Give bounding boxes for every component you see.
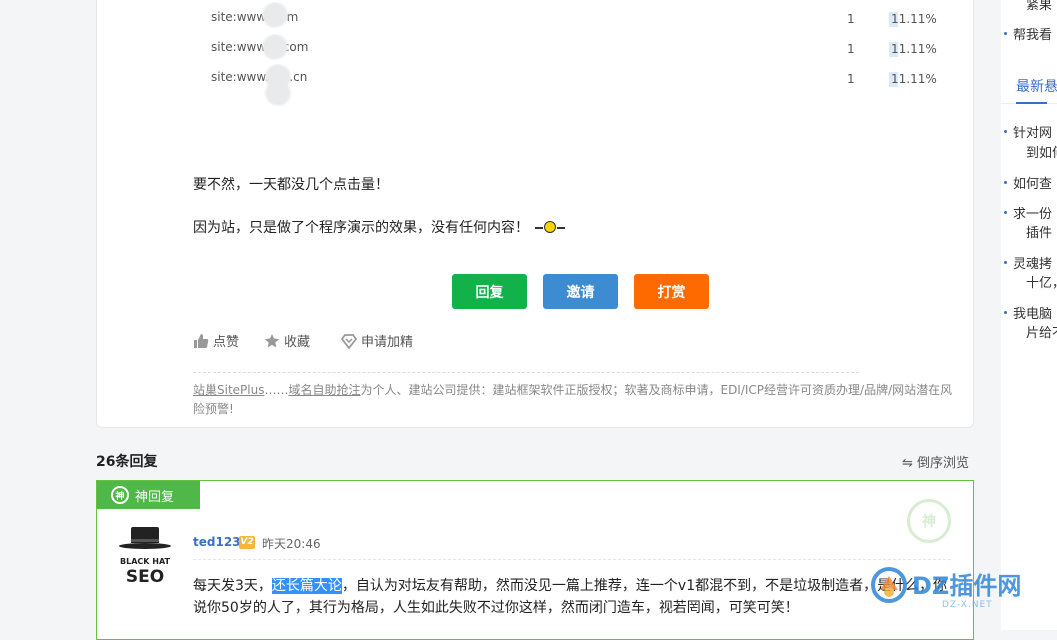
right-sidebar: 紧果 帮我看 最新悬 针对网 到如何 如何查 求一份 插件 灵魂拷 十亿， 我电…: [1001, 0, 1057, 630]
stat-row: site:www. s.com 1 11.11%: [211, 40, 937, 60]
sidebar-item-cont[interactable]: 到如何: [1026, 142, 1057, 161]
stat-percent: 11.11%: [887, 12, 937, 27]
replies-count-title: 26条回复: [96, 454, 158, 470]
redaction-blur: [260, 34, 290, 60]
sidebar-item-cont[interactable]: 片给不: [1026, 322, 1057, 341]
invite-button[interactable]: 邀请: [543, 274, 618, 309]
stat-row: site:www.t rk.cn 1 11.11%: [211, 70, 937, 90]
watermark-domain: DZ-X.NET: [942, 600, 993, 610]
apply-featured-button[interactable]: 申请加精: [341, 331, 413, 350]
reply-card: 神 神回复 神 BLACK HAT SEO ted123 V2 昨天20:46 …: [96, 480, 974, 640]
post-footnote: 站巢SitePlus……域名自助抢注为个人、建站公司提供：建站框架软件正版授权；…: [193, 383, 953, 416]
favorite-label: 收藏: [284, 335, 311, 350]
avatar[interactable]: BLACK HAT SEO: [117, 527, 173, 591]
reverse-order-button[interactable]: ⇋ 倒序浏览: [902, 452, 969, 471]
sidebar-section-title[interactable]: 最新悬: [1016, 76, 1057, 96]
god-reply-label: 神回复: [135, 489, 175, 505]
domain-register-link[interactable]: 域名自助抢注: [288, 383, 360, 397]
god-reply-icon: 神: [111, 486, 129, 504]
reply-button[interactable]: 回复: [452, 274, 527, 309]
god-reply-badge: 神 神回复: [97, 481, 200, 509]
redaction-blur: [260, 2, 290, 28]
user-level-badge: V2: [239, 536, 255, 549]
diamond-icon: [341, 333, 357, 349]
smiley-emoji-icon: [535, 221, 565, 235]
stat-row: site:www. com 1 11.11%: [211, 10, 937, 30]
reverse-order-label: 倒序浏览: [917, 456, 970, 471]
siteplus-link[interactable]: 站巢SitePlus: [193, 383, 264, 397]
selected-text: 还长篇大论: [271, 578, 342, 594]
sidebar-item[interactable]: 针对网: [1003, 122, 1052, 141]
sidebar-item[interactable]: 灵魂拷: [1003, 253, 1052, 272]
avatar-text: BLACK HAT: [120, 557, 170, 566]
swap-arrows-icon: ⇋: [902, 456, 913, 471]
like-label: 点赞: [213, 335, 240, 350]
like-button[interactable]: 点赞: [193, 331, 239, 350]
sidebar-item[interactable]: 如何查: [1003, 173, 1052, 192]
apply-featured-label: 申请加精: [361, 335, 414, 350]
divider: [193, 559, 951, 560]
stat-count: 1: [847, 42, 855, 56]
stat-count: 1: [847, 72, 855, 86]
avatar-text: SEO: [125, 567, 165, 587]
favorite-button[interactable]: 收藏: [264, 331, 310, 350]
post-paragraph: 因为站，只是做了个程序演示的效果，没有任何内容！: [193, 217, 565, 237]
tip-button[interactable]: 打赏: [634, 274, 709, 309]
thumbs-up-icon: [194, 333, 209, 348]
reply-text: 每天发3天，还长篇大论，自认为对坛友有帮助，然而没见一篇上推荐，连一个v1都混不…: [193, 578, 948, 616]
sidebar-item-label[interactable]: 紧果: [1026, 0, 1052, 13]
redaction-blur: [263, 80, 293, 106]
sidebar-item-help[interactable]: 帮我看: [1003, 24, 1052, 43]
star-icon: [265, 333, 279, 347]
god-reply-stamp-icon: 神: [907, 499, 951, 543]
watermark-brand: DZ插件网: [912, 572, 1022, 600]
watermark: DZ插件网 DZ-X.NET: [870, 566, 1045, 616]
sidebar-item[interactable]: 我电脑: [1003, 303, 1052, 322]
stat-count: 1: [847, 12, 855, 26]
sidebar-item[interactable]: 求一份: [1003, 203, 1052, 222]
sidebar-item-cont[interactable]: 十亿，: [1026, 272, 1057, 291]
sidebar-item-cont[interactable]: 插件: [1026, 222, 1052, 241]
reply-username[interactable]: ted123: [193, 535, 241, 549]
stat-percent: 11.11%: [887, 42, 937, 57]
stat-percent: 11.11%: [887, 72, 937, 87]
divider: [193, 372, 859, 373]
post-paragraph: 要不然，一天都没几个点击量！: [193, 177, 389, 193]
post-card: site:www. com 1 11.11% site:www. s.com 1…: [96, 0, 974, 428]
dz-logo-icon: [871, 567, 907, 603]
reply-time: 昨天20:46: [262, 537, 321, 551]
